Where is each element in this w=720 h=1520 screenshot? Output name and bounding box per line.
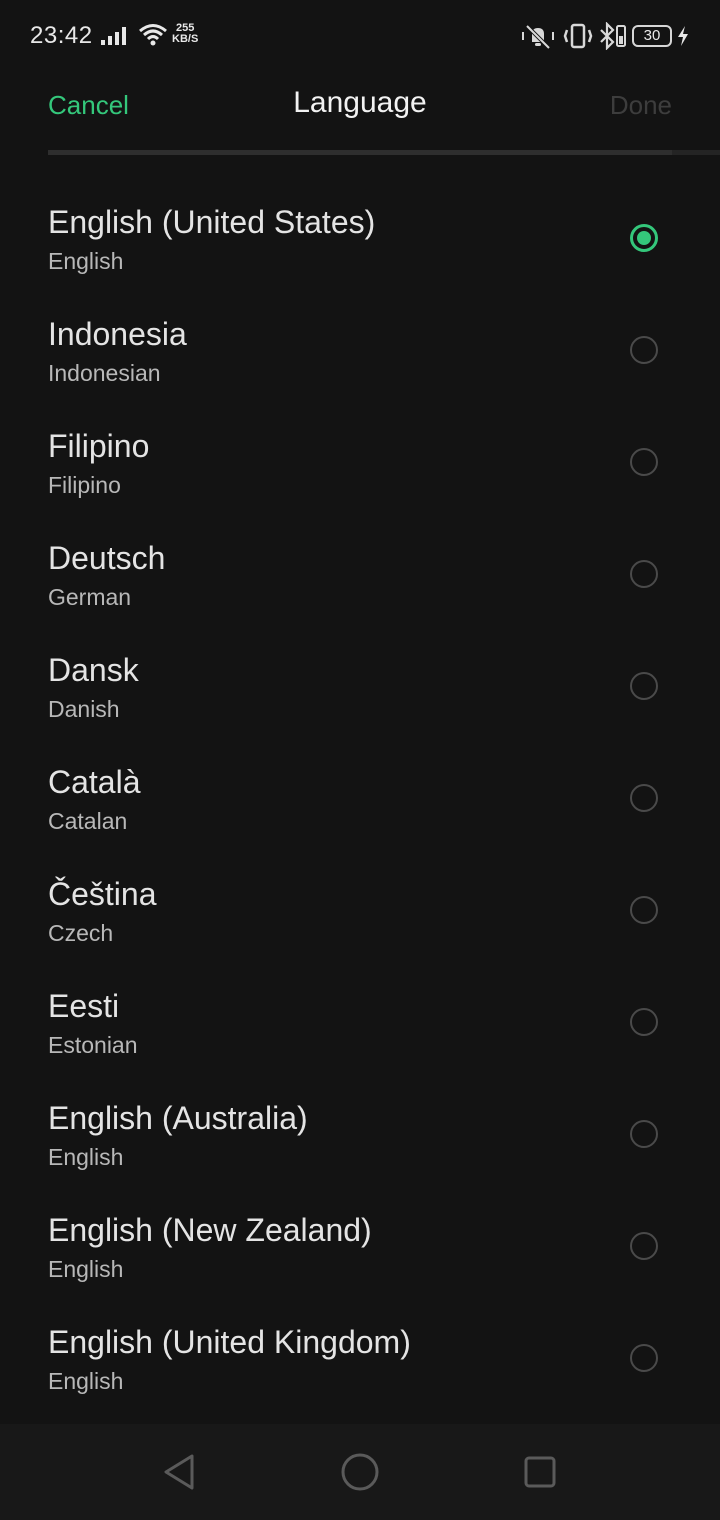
language-native-name: Català xyxy=(48,764,141,800)
language-english-name: Estonian xyxy=(48,1032,138,1058)
language-option[interactable]: English (United States) English xyxy=(0,182,720,294)
navigation-bar xyxy=(0,1424,720,1520)
done-button[interactable]: Done xyxy=(610,90,672,121)
language-native-name: English (United States) xyxy=(48,204,376,240)
mute-icon xyxy=(522,24,554,50)
radio-unselected-icon[interactable] xyxy=(630,672,658,700)
language-option[interactable]: Eesti Estonian xyxy=(0,966,720,1078)
radio-unselected-icon[interactable] xyxy=(630,1232,658,1260)
language-native-name: Eesti xyxy=(48,988,120,1024)
language-english-name: Filipino xyxy=(48,472,121,498)
charging-icon xyxy=(678,26,688,46)
net-speed-unit: KB/S xyxy=(172,33,199,45)
radio-unselected-icon[interactable] xyxy=(630,1120,658,1148)
vibrate-icon xyxy=(563,23,593,49)
radio-unselected-icon[interactable] xyxy=(630,560,658,588)
language-native-name: Deutsch xyxy=(48,540,166,576)
home-icon[interactable] xyxy=(340,1452,380,1492)
language-native-name: English (New Zealand) xyxy=(48,1212,372,1248)
language-option[interactable]: Català Catalan xyxy=(0,742,720,854)
radio-unselected-icon[interactable] xyxy=(630,1008,658,1036)
language-list: English (United States) English Indonesia I… xyxy=(0,182,720,1414)
status-bar: 23:42 255 KB/S 30 xyxy=(0,0,720,72)
battery-icon: 30 xyxy=(632,25,672,47)
language-english-name: Danish xyxy=(48,696,120,722)
recents-icon[interactable] xyxy=(520,1452,560,1492)
language-screen: 23:42 255 KB/S 30 Cancel Language Done E… xyxy=(0,0,720,1520)
language-english-name: English xyxy=(48,1368,124,1394)
radio-unselected-icon[interactable] xyxy=(630,1344,658,1372)
signal-icon xyxy=(101,27,126,45)
radio-unselected-icon[interactable] xyxy=(630,896,658,924)
language-native-name: English (United Kingdom) xyxy=(48,1324,411,1360)
language-option[interactable]: English (United Kingdom) English xyxy=(0,1302,720,1414)
language-option[interactable]: Čeština Czech xyxy=(0,854,720,966)
bluetooth-icon xyxy=(600,22,626,50)
language-option[interactable]: Dansk Danish xyxy=(0,630,720,742)
language-english-name: German xyxy=(48,584,132,610)
header-divider xyxy=(48,150,720,155)
language-english-name: Indonesian xyxy=(48,360,161,386)
language-english-name: English xyxy=(48,1256,124,1282)
language-native-name: English (Australia) xyxy=(48,1100,308,1136)
radio-unselected-icon[interactable] xyxy=(630,448,658,476)
language-native-name: Čeština xyxy=(48,876,157,912)
radio-unselected-icon[interactable] xyxy=(630,336,658,364)
back-icon[interactable] xyxy=(160,1452,200,1492)
language-option[interactable]: Indonesia Indonesian xyxy=(0,294,720,406)
language-english-name: Czech xyxy=(48,920,114,946)
language-option[interactable]: Deutsch German xyxy=(0,518,720,630)
language-native-name: Indonesia xyxy=(48,316,187,352)
status-time: 23:42 xyxy=(30,22,93,49)
language-option[interactable]: English (New Zealand) English xyxy=(0,1190,720,1302)
language-native-name: Filipino xyxy=(48,428,150,464)
wifi-icon xyxy=(139,24,167,46)
language-native-name: Dansk xyxy=(48,652,139,688)
radio-selected-icon[interactable] xyxy=(630,224,658,252)
language-option[interactable]: Filipino Filipino xyxy=(0,406,720,518)
language-english-name: Catalan xyxy=(48,808,128,834)
language-option[interactable]: English (Australia) English xyxy=(0,1078,720,1190)
radio-unselected-icon[interactable] xyxy=(630,784,658,812)
header: Cancel Language Done xyxy=(0,72,720,136)
language-english-name: English xyxy=(48,248,124,274)
network-speed: 255 KB/S xyxy=(172,23,198,45)
language-english-name: English xyxy=(48,1144,124,1170)
